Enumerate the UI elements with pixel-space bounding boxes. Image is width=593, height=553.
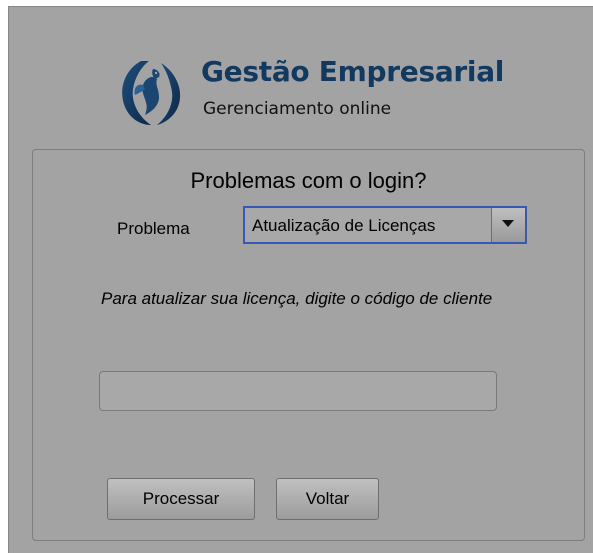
instruction-text: Para atualizar sua licença, digite o cód…: [101, 289, 493, 308]
brand-title: Gestão Empresarial: [201, 55, 505, 88]
login-problem-panel: Problemas com o login? Problema Atualiza…: [32, 149, 585, 541]
chevron-down-icon: [502, 220, 514, 227]
back-button[interactable]: Voltar: [276, 478, 379, 520]
process-button[interactable]: Processar: [107, 478, 255, 520]
problem-select-value: Atualização de Licenças: [252, 216, 436, 235]
phoenix-logo-icon: [122, 61, 181, 125]
login-help-window: Gestão Empresarial Gerenciamento online …: [8, 6, 593, 553]
brand-logo: Gestão Empresarial Gerenciamento online: [115, 51, 515, 131]
problem-label: Problema: [117, 219, 190, 238]
brand-subtitle: Gerenciamento online: [203, 99, 392, 119]
problem-select[interactable]: Atualização de Licenças: [243, 206, 527, 244]
client-code-input[interactable]: [99, 371, 497, 411]
panel-title: Problemas com o login?: [190, 168, 427, 193]
problem-select-toggle[interactable]: [491, 208, 525, 242]
